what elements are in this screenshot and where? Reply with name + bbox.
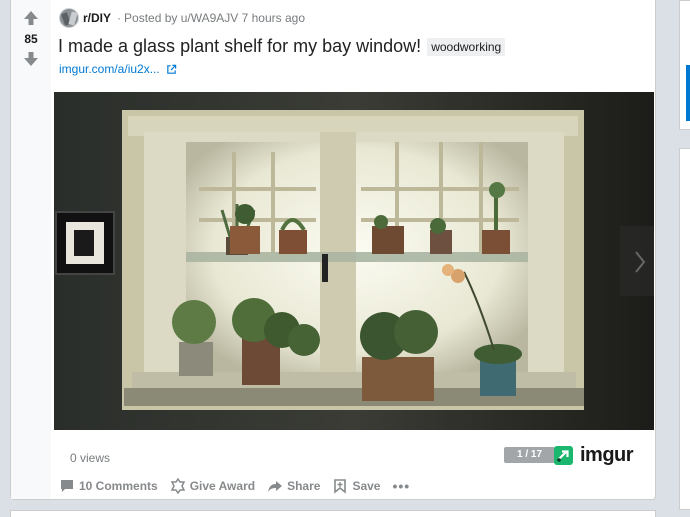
award-icon — [170, 478, 185, 494]
imgur-wordmark: imgur — [580, 444, 634, 466]
window-plant-shelf-photo — [54, 92, 654, 430]
comment-icon — [61, 480, 73, 492]
comments-button[interactable]: 10 Comments — [59, 478, 158, 494]
save-label: Save — [352, 479, 381, 493]
post-actions: 10 Comments Give Award Share Save ••• — [59, 475, 422, 497]
share-button[interactable]: Share — [267, 478, 320, 494]
sidebar-card-2 — [679, 148, 690, 510]
sidebar-accent — [686, 65, 690, 121]
downvote-arrow-icon[interactable] — [23, 51, 39, 67]
more-options-label: ••• — [392, 478, 411, 494]
imgur-source[interactable]: imgur — [554, 444, 634, 467]
more-icon[interactable]: ••• — [392, 478, 410, 494]
sidebar-card — [679, 0, 690, 130]
separator-dot: · — [117, 11, 122, 25]
view-count: 0 views — [70, 451, 111, 465]
share-icon — [268, 481, 283, 492]
title-row: I made a glass plant shelf for my bay wi… — [58, 36, 506, 57]
outbound-link[interactable]: imgur.com/a/iu2x... — [59, 62, 177, 76]
post-flair[interactable]: woodworking — [427, 37, 506, 56]
external-link-icon — [166, 64, 176, 74]
post-meta: r/DIY · Posted by u/WA9AJV 7 hours ago — [59, 8, 305, 28]
give-award-button[interactable]: Give Award — [170, 478, 255, 494]
upvote-arrow-icon[interactable] — [23, 10, 39, 26]
imgur-logo-icon — [554, 446, 573, 465]
subreddit-link[interactable]: r/DIY — [83, 11, 111, 25]
share-label: Share — [287, 479, 321, 493]
vote-column: 85 — [11, 0, 51, 499]
post-card[interactable]: 85 r/DIY · Posted by u/WA9AJV 7 hours ag… — [10, 0, 656, 500]
comments-label: 10 Comments — [79, 479, 158, 493]
give-award-label: Give Award — [189, 479, 256, 493]
next-post-card[interactable] — [10, 510, 656, 517]
save-icon — [334, 479, 347, 494]
gallery-counter: 1 / 17 — [504, 447, 555, 463]
post-title[interactable]: I made a glass plant shelf for my bay wi… — [58, 36, 421, 57]
save-button[interactable]: Save — [332, 478, 380, 494]
outbound-link-text[interactable]: imgur.com/a/iu2x... — [59, 62, 160, 76]
vote-count: 85 — [24, 32, 38, 46]
subreddit-avatar[interactable] — [59, 8, 79, 28]
post-image[interactable] — [54, 92, 654, 430]
posted-by[interactable]: Posted by u/WA9AJV 7 hours ago — [124, 11, 305, 25]
